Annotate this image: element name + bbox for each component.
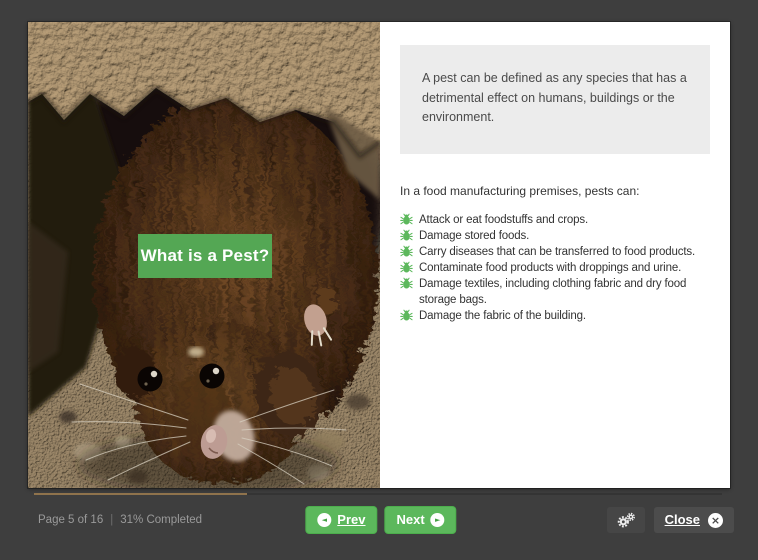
bug-icon [400, 245, 413, 258]
text-panel: A pest can be defined as any species tha… [380, 22, 730, 488]
completion-text: 31% Completed [120, 514, 202, 526]
chevron-circle-right-icon: ► [431, 513, 445, 527]
rat-eye-left [138, 367, 163, 392]
bug-icon [400, 277, 413, 290]
player-controls: Close × [607, 507, 734, 533]
list-item: Contaminate food products with droppings… [400, 260, 710, 276]
next-button[interactable]: Next ► [385, 506, 457, 534]
list-item-text: Attack or eat foodstuffs and crops. [419, 212, 588, 228]
progress-fill [34, 493, 247, 495]
footer-bar: Page 5 of 16 | 31% Completed ◄ Prev Next… [28, 503, 734, 537]
list-item-text: Damage stored foods. [419, 228, 529, 244]
definition-box: A pest can be defined as any species tha… [400, 45, 710, 154]
list-item-text: Damage the fabric of the building. [419, 308, 586, 324]
chevron-circle-left-icon: ◄ [317, 513, 331, 527]
list-item: Damage textiles, including clothing fabr… [400, 276, 710, 308]
pest-effects-list: Attack or eat foodstuffs and crops. Dama… [400, 212, 710, 324]
rat-photo: What is a Pest? [28, 22, 380, 488]
list-item-text: Contaminate food products with droppings… [419, 260, 681, 276]
list-item: Attack or eat foodstuffs and crops. [400, 212, 710, 228]
list-item: Carry diseases that can be transferred t… [400, 244, 710, 260]
close-button-label: Close [665, 512, 700, 528]
next-button-label: Next [397, 513, 425, 527]
intro-text: In a food manufacturing premises, pests … [400, 184, 710, 199]
bug-icon [400, 229, 413, 242]
page-info: Page 5 of 16 | 31% Completed [38, 514, 202, 526]
rat-eye-right [200, 364, 225, 389]
slide-content: What is a Pest? A pest can be defined as… [28, 22, 730, 488]
list-item: Damage the fabric of the building. [400, 308, 710, 324]
prev-button[interactable]: ◄ Prev [305, 506, 377, 534]
page-info-separator: | [110, 514, 113, 526]
progress-bar [34, 493, 722, 495]
prev-button-label: Prev [337, 513, 365, 527]
slide-navigation: ◄ Prev Next ► [305, 506, 456, 534]
bug-icon [400, 309, 413, 322]
page-number-text: Page 5 of 16 [38, 514, 103, 526]
list-item: Damage stored foods. [400, 228, 710, 244]
list-item-text: Damage textiles, including clothing fabr… [419, 276, 710, 308]
list-item-text: Carry diseases that can be transferred t… [419, 244, 695, 260]
definition-text: A pest can be defined as any species tha… [422, 69, 688, 128]
bug-icon [400, 261, 413, 274]
bug-icon [400, 213, 413, 226]
slide-title-overlay: What is a Pest? [138, 234, 272, 278]
gears-icon [616, 512, 636, 528]
close-button[interactable]: Close × [654, 507, 734, 533]
settings-button[interactable] [607, 507, 645, 533]
close-circle-icon: × [708, 513, 723, 528]
